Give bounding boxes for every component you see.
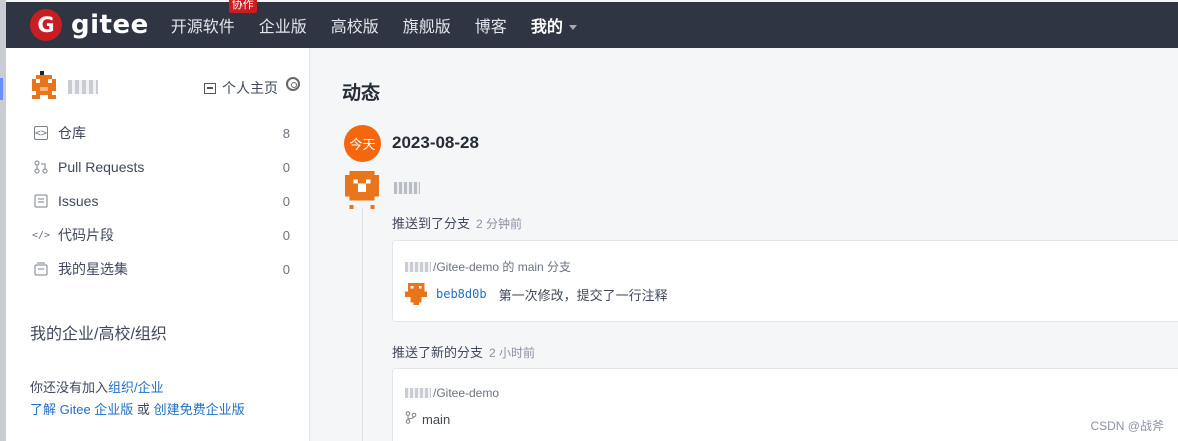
personal-home-label: 个人主页 bbox=[222, 80, 278, 96]
branch-name: main bbox=[422, 411, 451, 427]
owner-redacted bbox=[405, 261, 431, 272]
sidebar-item-count: 0 bbox=[282, 159, 290, 175]
sidebar-item-snippets[interactable]: </> 代码片段 0 bbox=[6, 218, 310, 252]
event-user-avatar[interactable] bbox=[345, 171, 379, 209]
event-time: 2 小时前 bbox=[489, 346, 536, 360]
issues-icon bbox=[34, 194, 48, 208]
sidebar-item-stars[interactable]: 我的星选集 0 bbox=[6, 252, 310, 286]
collab-badge: 协作 bbox=[228, 0, 257, 13]
sidebar-item-count: 0 bbox=[282, 227, 290, 243]
code-icon: <> bbox=[34, 126, 48, 140]
sidebar-item-repos[interactable]: <> 仓库 8 bbox=[6, 116, 310, 150]
avatar-pixel-icon bbox=[345, 171, 379, 209]
org-prefix-text: 你还没有加入 bbox=[30, 380, 109, 395]
nav-item-education[interactable]: 高校版 bbox=[331, 13, 379, 37]
collection-icon bbox=[34, 262, 48, 276]
username-redacted bbox=[68, 80, 98, 94]
sidebar-item-label: 代码片段 bbox=[58, 227, 114, 243]
sidebar-item-label: 我的星选集 bbox=[58, 261, 128, 277]
window-edge-accent bbox=[0, 78, 3, 100]
gear-icon[interactable] bbox=[286, 77, 300, 91]
event-action: 推送了新的分支 bbox=[392, 345, 484, 360]
owner-redacted bbox=[405, 388, 431, 398]
timeline-line bbox=[362, 208, 363, 441]
top-nav: G gitee 开源软件 协作 企业版 高校版 旗舰版 博客 我的 bbox=[6, 0, 1178, 48]
sidebar-item-label: Pull Requests bbox=[58, 159, 145, 175]
sidebar-item-label: 仓库 bbox=[58, 125, 86, 141]
event-time: 2 分钟前 bbox=[476, 217, 523, 231]
commit-message: 第一次修改，提交了一行注释 bbox=[498, 287, 668, 303]
sidebar-item-pull-requests[interactable]: Pull Requests 0 bbox=[6, 150, 310, 184]
event-push-title: 推送到了分支 2 分钟前 bbox=[392, 213, 522, 232]
gitee-logo[interactable]: G gitee bbox=[30, 9, 149, 41]
or-text: 或 bbox=[136, 402, 150, 417]
org-line-1: 你还没有加入组织/企业 bbox=[30, 377, 245, 399]
avatar[interactable] bbox=[28, 71, 60, 103]
event-new-branch-title: 推送了新的分支 2 小时前 bbox=[392, 342, 535, 361]
nav-item-label: 开源软件 bbox=[170, 19, 235, 36]
today-badge: 今天 bbox=[344, 125, 381, 162]
nav-item-premium[interactable]: 旗舰版 bbox=[403, 13, 451, 37]
sidebar: 个人主页 <> 仓库 8 Pull Requests 0 Issues 0 </… bbox=[6, 48, 310, 441]
enterprise-link[interactable]: 企业 bbox=[138, 380, 164, 395]
repo-branch-text: /Gitee-demo 的 main 分支 bbox=[433, 260, 572, 274]
sidebar-item-count: 8 bbox=[282, 125, 290, 141]
repo-text: /Gitee-demo bbox=[433, 386, 500, 400]
sidebar-item-count: 0 bbox=[282, 261, 290, 277]
commit-hash-link[interactable]: beb8d0b bbox=[436, 287, 487, 301]
avatar-pixel-icon bbox=[32, 71, 56, 99]
org-section-title: 我的企业/高校/组织 bbox=[30, 326, 167, 343]
event-action: 推送到了分支 bbox=[392, 216, 471, 231]
watermark: CSDN @战斧 bbox=[1090, 419, 1164, 433]
org-line-2: 了解 Gitee 企业版 或 创建免费企业版 bbox=[30, 399, 245, 421]
profile-card-icon bbox=[204, 82, 216, 94]
code-slash-icon: </> bbox=[31, 229, 51, 241]
commit-avatar bbox=[405, 283, 427, 305]
nav-item-mine[interactable]: 我的 bbox=[531, 13, 577, 37]
sidebar-item-label: Issues bbox=[58, 193, 99, 209]
logo-text: gitee bbox=[71, 10, 149, 40]
nav-item-enterprise[interactable]: 企业版 bbox=[259, 13, 307, 37]
event-username-redacted bbox=[394, 182, 420, 194]
nav-item-open-source[interactable]: 开源软件 协作 bbox=[170, 0, 257, 37]
commit-row: beb8d0b 第一次修改，提交了一行注释 bbox=[405, 283, 668, 305]
logo-letter: G bbox=[37, 13, 55, 37]
chevron-down-icon bbox=[568, 25, 577, 31]
pull-request-icon bbox=[34, 160, 48, 174]
org-link[interactable]: 组织 bbox=[108, 380, 134, 395]
nav-menu: 开源软件 协作 企业版 高校版 旗舰版 博客 我的 bbox=[170, 0, 601, 37]
gitee-logo-icon: G bbox=[30, 9, 62, 41]
repo-link[interactable]: /Gitee-demo bbox=[405, 386, 499, 400]
event-card-push: /Gitee-demo 的 main 分支 beb8d0b 第一次修改，提交了一… bbox=[392, 240, 1178, 322]
sidebar-item-issues[interactable]: Issues 0 bbox=[6, 184, 310, 218]
sidebar-item-count: 0 bbox=[282, 193, 290, 209]
user-profile-row: 个人主页 bbox=[28, 70, 300, 104]
nav-item-blog[interactable]: 博客 bbox=[475, 13, 507, 37]
learn-enterprise-link[interactable]: 了解 Gitee 企业版 bbox=[30, 402, 133, 417]
create-enterprise-link[interactable]: 创建免费企业版 bbox=[154, 402, 245, 417]
branch-row[interactable]: main bbox=[405, 411, 450, 427]
personal-home-link[interactable]: 个人主页 bbox=[204, 78, 278, 98]
nav-item-label: 我的 bbox=[530, 19, 563, 36]
repo-branch-link[interactable]: /Gitee-demo 的 main 分支 bbox=[405, 258, 571, 275]
page-title: 动态 bbox=[342, 83, 381, 104]
sidebar-menu: <> 仓库 8 Pull Requests 0 Issues 0 </> 代码片… bbox=[6, 116, 310, 286]
branch-icon bbox=[405, 411, 417, 427]
feed-date: 2023-08-28 bbox=[392, 133, 479, 152]
event-card-new-branch: /Gitee-demo main bbox=[392, 368, 1178, 441]
org-info: 你还没有加入组织/企业 了解 Gitee 企业版 或 创建免费企业版 bbox=[30, 377, 245, 421]
main-content: 动态 今天 2023-08-28 推送到了分支 2 分钟前 /Gitee-demo… bbox=[311, 48, 1178, 441]
avatar-pixel-icon bbox=[405, 283, 427, 305]
